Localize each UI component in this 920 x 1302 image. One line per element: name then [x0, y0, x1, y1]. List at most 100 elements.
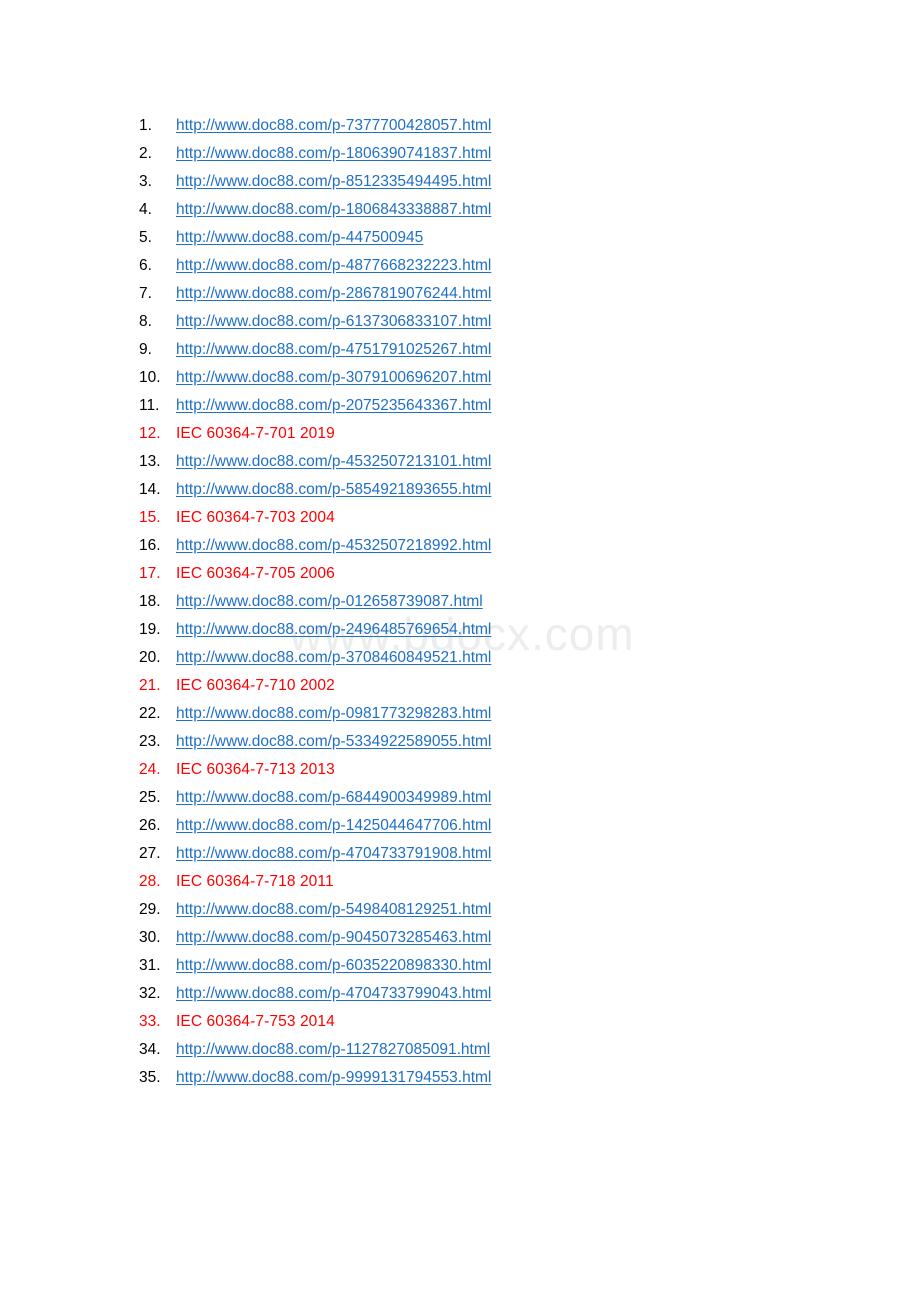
list-item: 20. http://www.doc88.com/p-3708460849521.… [0, 644, 920, 672]
list-item-number: 7. [139, 285, 152, 302]
document-link[interactable]: http://www.doc88.com/p-6844900349989.htm… [176, 789, 491, 806]
standard-reference-text: IEC 60364-7-703 2004 [176, 509, 335, 526]
document-link[interactable]: http://www.doc88.com/p-9999131794553.htm… [176, 1069, 491, 1086]
list-item: 19. http://www.doc88.com/p-2496485769654.… [0, 616, 920, 644]
list-item: 29. http://www.doc88.com/p-5498408129251.… [0, 896, 920, 924]
list-item-number: 17. [139, 565, 161, 582]
list-item-number: 15. [139, 509, 161, 526]
list-item-number: 28. [139, 873, 161, 890]
document-link[interactable]: http://www.doc88.com/p-2867819076244.htm… [176, 285, 491, 302]
list-item-number: 24. [139, 761, 161, 778]
list-item: 6. http://www.doc88.com/p-4877668232223.h… [0, 252, 920, 280]
list-item: 27. http://www.doc88.com/p-4704733791908.… [0, 840, 920, 868]
list-item: 12. IEC 60364-7-701 2019 [0, 420, 920, 448]
list-item: 17. IEC 60364-7-705 2006 [0, 560, 920, 588]
standard-reference-text: IEC 60364-7-713 2013 [176, 761, 335, 778]
list-item: 14. http://www.doc88.com/p-5854921893655.… [0, 476, 920, 504]
list-item-number: 25. [139, 789, 161, 806]
list-item-number: 14. [139, 481, 161, 498]
list-item-number: 6. [139, 257, 152, 274]
document-link[interactable]: http://www.doc88.com/p-5334922589055.htm… [176, 733, 491, 750]
document-link[interactable]: http://www.doc88.com/p-1806390741837.htm… [176, 145, 491, 162]
list-item: 10. http://www.doc88.com/p-3079100696207.… [0, 364, 920, 392]
list-item-number: 26. [139, 817, 161, 834]
list-item: 32. http://www.doc88.com/p-4704733799043.… [0, 980, 920, 1008]
list-item: 1. http://www.doc88.com/p-7377700428057.h… [0, 112, 920, 140]
list-item-number: 33. [139, 1013, 161, 1030]
list-item: 18. http://www.doc88.com/p-012658739087.h… [0, 588, 920, 616]
list-item-number: 22. [139, 705, 161, 722]
list-item: 24. IEC 60364-7-713 2013 [0, 756, 920, 784]
standard-reference-text: IEC 60364-7-710 2002 [176, 677, 335, 694]
list-item-number: 8. [139, 313, 152, 330]
list-item: 3. http://www.doc88.com/p-8512335494495.h… [0, 168, 920, 196]
list-item: 35. http://www.doc88.com/p-9999131794553.… [0, 1064, 920, 1092]
list-item: 7. http://www.doc88.com/p-2867819076244.h… [0, 280, 920, 308]
document-link[interactable]: http://www.doc88.com/p-5498408129251.htm… [176, 901, 491, 918]
document-page: www.bdocx.com 1. http://www.doc88.com/p-7… [0, 0, 920, 1302]
document-link[interactable]: http://www.doc88.com/p-4751791025267.htm… [176, 341, 491, 358]
list-item-number: 30. [139, 929, 161, 946]
list-item: 30. http://www.doc88.com/p-9045073285463.… [0, 924, 920, 952]
document-content: 1. http://www.doc88.com/p-7377700428057.h… [0, 0, 920, 1092]
document-link[interactable]: http://www.doc88.com/p-9045073285463.htm… [176, 929, 491, 946]
list-item-number: 18. [139, 593, 161, 610]
list-item: 8. http://www.doc88.com/p-6137306833107.h… [0, 308, 920, 336]
standard-reference-text: IEC 60364-7-701 2019 [176, 425, 335, 442]
list-item: 23. http://www.doc88.com/p-5334922589055.… [0, 728, 920, 756]
list-item: 21. IEC 60364-7-710 2002 [0, 672, 920, 700]
document-link[interactable]: http://www.doc88.com/p-6137306833107.htm… [176, 313, 491, 330]
document-link[interactable]: http://www.doc88.com/p-1806843338887.htm… [176, 201, 491, 218]
list-item-number: 5. [139, 229, 152, 246]
document-link[interactable]: http://www.doc88.com/p-7377700428057.htm… [176, 117, 491, 134]
document-link[interactable]: http://www.doc88.com/p-4704733791908.htm… [176, 845, 491, 862]
list-item-number: 9. [139, 341, 152, 358]
list-item-number: 23. [139, 733, 161, 750]
list-item: 16. http://www.doc88.com/p-4532507218992.… [0, 532, 920, 560]
list-item: 4. http://www.doc88.com/p-1806843338887.h… [0, 196, 920, 224]
list-item-number: 32. [139, 985, 161, 1002]
list-item-number: 27. [139, 845, 161, 862]
list-item: 11. http://www.doc88.com/p-2075235643367.… [0, 392, 920, 420]
document-link[interactable]: http://www.doc88.com/p-4532507218992.htm… [176, 537, 491, 554]
list-item: 31. http://www.doc88.com/p-6035220898330.… [0, 952, 920, 980]
list-item-number: 34. [139, 1041, 161, 1058]
list-item-number: 35. [139, 1069, 161, 1086]
list-item-number: 1. [139, 117, 152, 134]
list-item-number: 13. [139, 453, 161, 470]
list-item: 9. http://www.doc88.com/p-4751791025267.h… [0, 336, 920, 364]
list-item-number: 4. [139, 201, 152, 218]
list-item: 2. http://www.doc88.com/p-1806390741837.h… [0, 140, 920, 168]
list-item-number: 12. [139, 425, 161, 442]
document-link[interactable]: http://www.doc88.com/p-2075235643367.htm… [176, 397, 491, 414]
document-link[interactable]: http://www.doc88.com/p-447500945 [176, 229, 423, 246]
document-link[interactable]: http://www.doc88.com/p-8512335494495.htm… [176, 173, 491, 190]
document-link[interactable]: http://www.doc88.com/p-4877668232223.htm… [176, 257, 491, 274]
list-item: 25. http://www.doc88.com/p-6844900349989.… [0, 784, 920, 812]
standard-reference-text: IEC 60364-7-705 2006 [176, 565, 335, 582]
list-item: 5. http://www.doc88.com/p-447500945 [0, 224, 920, 252]
list-item-number: 16. [139, 537, 161, 554]
document-link[interactable]: http://www.doc88.com/p-0981773298283.htm… [176, 705, 491, 722]
document-link[interactable]: http://www.doc88.com/p-2496485769654.htm… [176, 621, 491, 638]
standard-reference-text: IEC 60364-7-753 2014 [176, 1013, 335, 1030]
document-link[interactable]: http://www.doc88.com/p-3079100696207.htm… [176, 369, 491, 386]
list-item: 13. http://www.doc88.com/p-4532507213101.… [0, 448, 920, 476]
list-item: 33. IEC 60364-7-753 2014 [0, 1008, 920, 1036]
list-item-number: 3. [139, 173, 152, 190]
document-link[interactable]: http://www.doc88.com/p-3708460849521.htm… [176, 649, 491, 666]
document-link[interactable]: http://www.doc88.com/p-6035220898330.htm… [176, 957, 491, 974]
standard-reference-text: IEC 60364-7-718 2011 [176, 873, 334, 890]
list-item-number: 11. [139, 397, 160, 414]
list-item: 22. http://www.doc88.com/p-0981773298283.… [0, 700, 920, 728]
document-link[interactable]: http://www.doc88.com/p-012658739087.html [176, 593, 483, 610]
document-link[interactable]: http://www.doc88.com/p-4532507213101.htm… [176, 453, 491, 470]
document-link[interactable]: http://www.doc88.com/p-1425044647706.htm… [176, 817, 491, 834]
reference-link-list: 1. http://www.doc88.com/p-7377700428057.h… [0, 112, 920, 1092]
document-link[interactable]: http://www.doc88.com/p-1127827085091.htm… [176, 1041, 490, 1058]
document-link[interactable]: http://www.doc88.com/p-4704733799043.htm… [176, 985, 491, 1002]
list-item: 34. http://www.doc88.com/p-1127827085091.… [0, 1036, 920, 1064]
list-item-number: 2. [139, 145, 152, 162]
document-link[interactable]: http://www.doc88.com/p-5854921893655.htm… [176, 481, 491, 498]
list-item-number: 31. [139, 957, 161, 974]
